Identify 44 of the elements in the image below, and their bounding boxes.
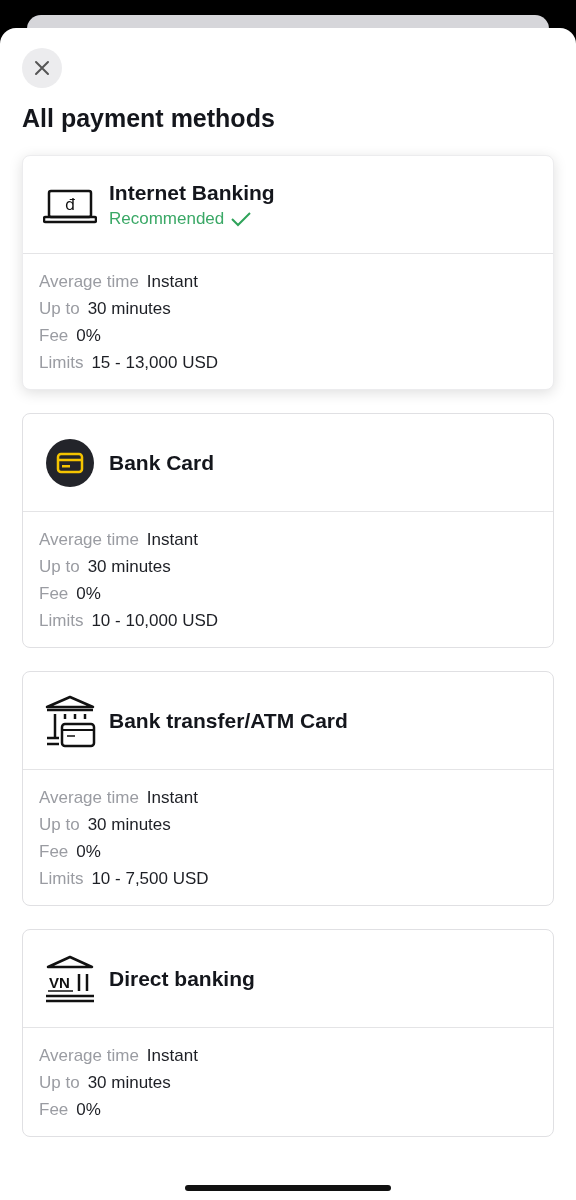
method-name: Direct banking: [109, 966, 255, 991]
detail-value: 0%: [76, 1100, 101, 1120]
detail-value: 30 minutes: [87, 557, 171, 577]
detail-value: 0%: [76, 326, 101, 346]
detail-value: 10 - 7,500 USD: [91, 869, 209, 889]
detail-label: Fee: [39, 584, 69, 604]
detail-value: Instant: [146, 530, 198, 550]
payment-method-card[interactable]: Bank Card Average time Instant Up to 30 minutes Fee 0% Limits 10 - 10,000 USD: [22, 413, 554, 648]
detail-label: Limits: [39, 611, 84, 631]
payment-method-card[interactable]: Bank transfer/ATM Card Average time Instant Up to 30 minutes Fee 0% Limits 10 - 7,500 USD: [22, 671, 554, 906]
detail-value: 30 minutes: [87, 1073, 171, 1093]
recommended-label: Recommended: [109, 208, 225, 229]
detail-value: 10 - 10,000 USD: [91, 611, 219, 631]
detail-value: Instant: [146, 272, 198, 292]
payment-method-card[interactable]: VN Direct banking Average time Instant Up to 30 minutes Fee 0%: [22, 929, 554, 1137]
method-name: Bank Card: [109, 450, 215, 475]
detail-value: 30 minutes: [87, 299, 171, 319]
detail-label: Average time: [39, 1046, 139, 1066]
payment-method-card[interactable]: đ Internet Banking Recommended Average time Instant Up to 30 minutes Fee 0% Limits 15 - 13,000 USD: [22, 155, 554, 390]
close-icon: [33, 59, 51, 77]
detail-value: 15 - 13,000 USD: [91, 353, 219, 373]
detail-value: 0%: [76, 842, 101, 862]
method-name: Bank transfer/ATM Card: [109, 708, 348, 733]
detail-value: 30 minutes: [87, 815, 171, 835]
detail-value: Instant: [146, 1046, 198, 1066]
detail-label: Average time: [39, 272, 139, 292]
detail-label: Up to: [39, 1073, 80, 1093]
detail-label: Up to: [39, 815, 80, 835]
card-icon: [43, 437, 97, 488]
method-name: Internet Banking: [109, 180, 275, 205]
detail-value: 0%: [76, 584, 101, 604]
detail-label: Limits: [39, 869, 84, 889]
sheet-title: All payment methods: [22, 104, 276, 133]
detail-value: Instant: [146, 788, 198, 808]
detail-label: Limits: [39, 353, 84, 373]
detail-label: Fee: [39, 842, 69, 862]
detail-label: Up to: [39, 557, 80, 577]
detail-label: Up to: [39, 299, 80, 319]
check-icon: [230, 210, 253, 227]
close-button[interactable]: [22, 48, 62, 88]
detail-label: Average time: [39, 530, 139, 550]
detail-label: Average time: [39, 788, 139, 808]
detail-label: Fee: [39, 326, 69, 346]
detail-label: Fee: [39, 1100, 69, 1120]
